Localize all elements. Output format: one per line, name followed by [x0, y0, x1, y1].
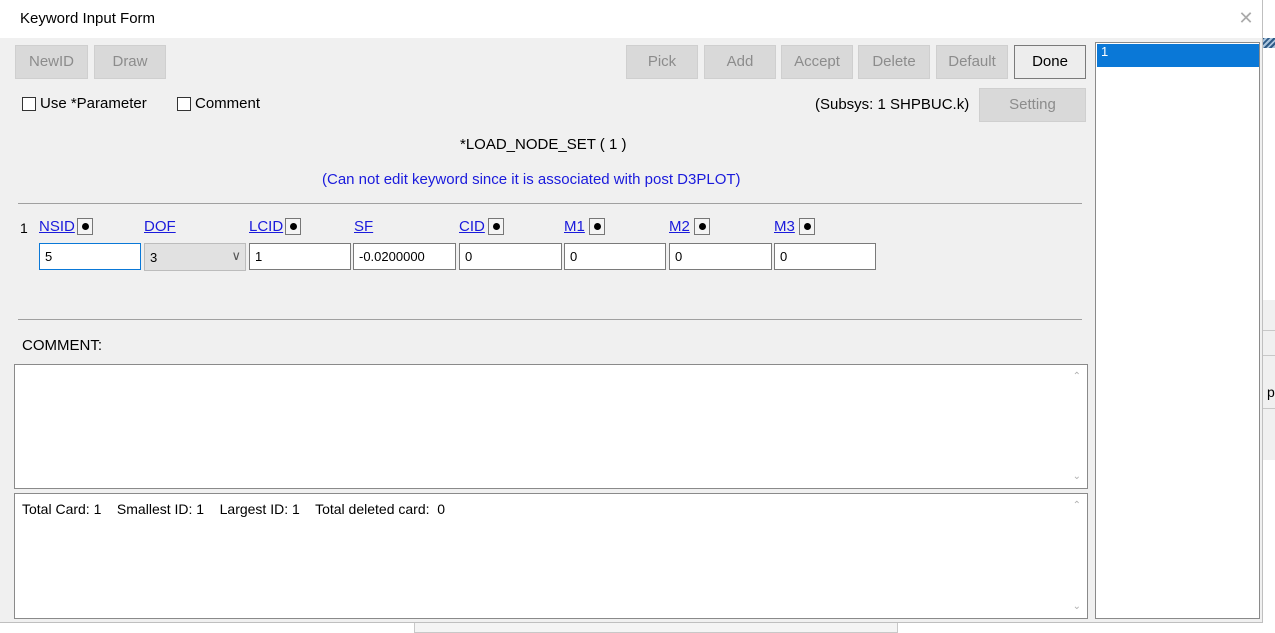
down-arrow-icon[interactable]: ⌄	[1073, 601, 1081, 612]
cid-pick-icon[interactable]	[488, 218, 504, 235]
field-label-m2[interactable]: M2	[669, 218, 690, 235]
up-arrow-icon[interactable]: ⌃	[1073, 500, 1081, 511]
field-label-nsid[interactable]: NSID	[39, 218, 75, 235]
use-parameter-label: Use *Parameter	[40, 95, 147, 112]
m2-pick-icon[interactable]	[694, 218, 710, 235]
background-panel: p	[1262, 300, 1275, 460]
setting-button[interactable]: Setting	[979, 88, 1086, 122]
draw-button[interactable]: Draw	[94, 45, 166, 79]
cid-input[interactable]: 0	[459, 243, 562, 270]
sf-input[interactable]: -0.0200000	[353, 243, 456, 270]
field-label-lcid[interactable]: LCID	[249, 218, 283, 235]
list-item[interactable]: 1	[1097, 44, 1259, 67]
lcid-input[interactable]: 1	[249, 243, 351, 270]
background-mesh-right	[1262, 38, 1275, 48]
stats-panel: Total Card: 1 Smallest ID: 1 Largest ID:…	[14, 493, 1088, 619]
keyword-title: *LOAD_NODE_SET ( 1 )	[460, 136, 627, 153]
stats-text: Total Card: 1 Smallest ID: 1 Largest ID:…	[22, 501, 446, 517]
field-label-cid[interactable]: CID	[459, 218, 485, 235]
subsys-label: (Subsys: 1 SHPBUC.k)	[815, 96, 970, 113]
card-row-number: 1	[20, 220, 28, 236]
add-button[interactable]: Add	[704, 45, 776, 79]
lcid-pick-icon[interactable]	[285, 218, 301, 235]
delete-button[interactable]: Delete	[858, 45, 930, 79]
m1-input[interactable]: 0	[564, 243, 666, 270]
down-arrow-icon[interactable]: ⌄	[1073, 471, 1081, 482]
m2-input[interactable]: 0	[669, 243, 772, 270]
id-list[interactable]: 1	[1095, 42, 1260, 619]
background-partial-text: p	[1267, 384, 1275, 400]
comment-label: Comment	[195, 95, 261, 112]
dof-select-value: 3	[150, 250, 158, 265]
nsid-input[interactable]: 5	[39, 243, 141, 270]
field-label-sf[interactable]: SF	[354, 218, 373, 235]
window-title: Keyword Input Form	[20, 10, 156, 27]
chevron-down-icon: ∨	[231, 248, 241, 263]
comment-checkbox[interactable]	[177, 97, 191, 111]
title-bar: Keyword Input Form ✕	[0, 0, 1262, 38]
m3-pick-icon[interactable]	[799, 218, 815, 235]
close-icon[interactable]: ✕	[1236, 8, 1256, 28]
field-label-m1[interactable]: M1	[564, 218, 585, 235]
up-arrow-icon[interactable]: ⌃	[1073, 371, 1081, 382]
default-button[interactable]: Default	[936, 45, 1008, 79]
divider-bottom	[18, 319, 1082, 320]
keyword-warning: (Can not edit keyword since it is associ…	[322, 171, 741, 188]
accept-button[interactable]: Accept	[781, 45, 853, 79]
field-label-m3[interactable]: M3	[774, 218, 795, 235]
comment-textarea[interactable]: ⌃ ⌄	[14, 364, 1088, 489]
field-label-dof[interactable]: DOF	[144, 218, 176, 235]
pick-button[interactable]: Pick	[626, 45, 698, 79]
divider-top	[18, 203, 1082, 204]
m1-pick-icon[interactable]	[589, 218, 605, 235]
comment-section-label: COMMENT:	[22, 337, 102, 354]
done-button[interactable]: Done	[1014, 45, 1086, 79]
m3-input[interactable]: 0	[774, 243, 876, 270]
use-parameter-checkbox[interactable]	[22, 97, 36, 111]
dof-select[interactable]: 3 ∨	[144, 243, 246, 271]
nsid-pick-icon[interactable]	[77, 218, 93, 235]
keyword-input-dialog: Keyword Input Form ✕ NewID Draw Pick Add…	[0, 0, 1263, 623]
newid-button[interactable]: NewID	[15, 45, 88, 79]
